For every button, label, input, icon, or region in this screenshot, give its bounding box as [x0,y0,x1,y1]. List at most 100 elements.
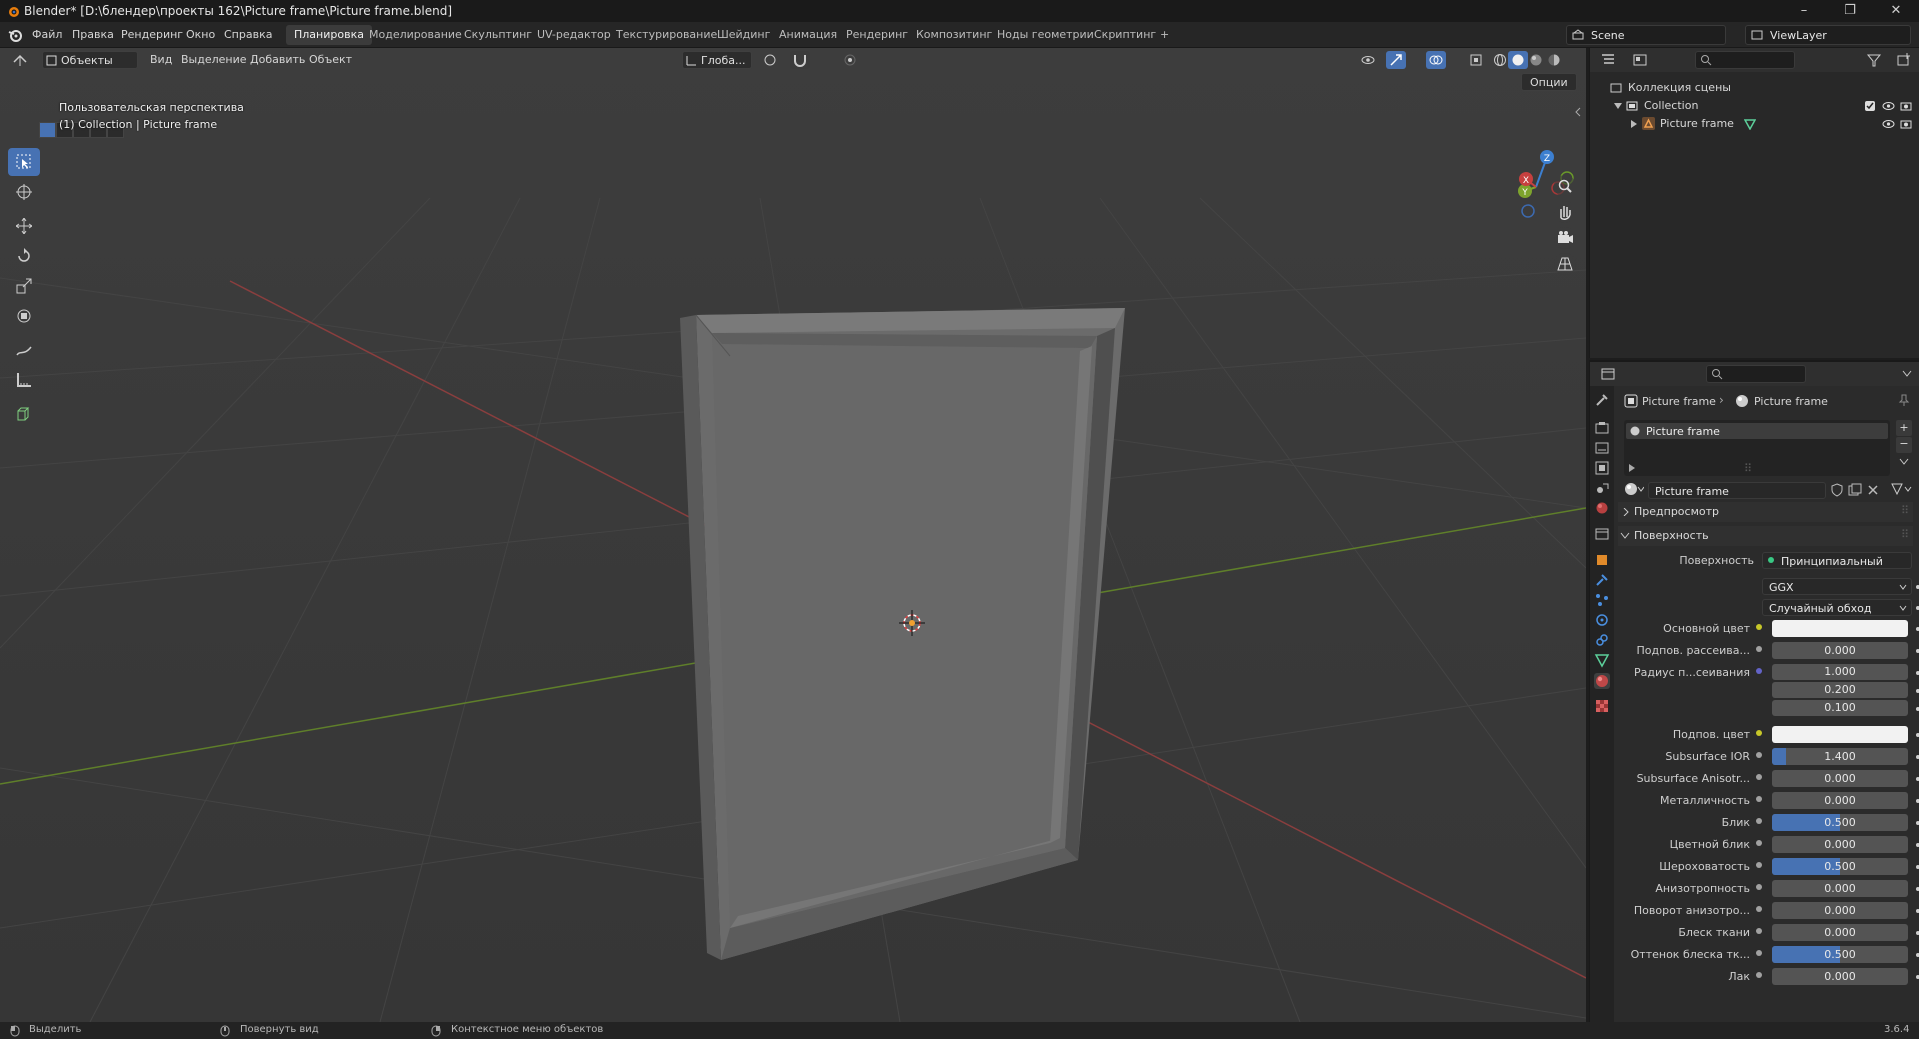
transform-orientation-dropdown[interactable]: Глоба... [682,51,752,69]
numeric-field[interactable]: 0.500 [1772,814,1908,831]
physics-tab-icon[interactable] [1594,612,1610,628]
menu-window[interactable]: Окно [186,28,215,41]
input-socket-icon[interactable] [1756,928,1762,934]
unlink-material-icon[interactable] [1866,483,1880,497]
measure-tool[interactable] [8,366,40,394]
cursor-tool[interactable] [8,178,40,206]
numeric-field[interactable]: 0.000 [1772,642,1908,659]
view-layer-selector[interactable]: ViewLayer [1745,25,1911,45]
numeric-field[interactable]: 0.500 [1772,858,1908,875]
viewport-scene[interactable] [0,48,1586,1022]
filter-icon[interactable] [1866,52,1882,68]
move-tool[interactable] [8,212,40,240]
workspace-tab-rendering[interactable]: Рендеринг [838,25,916,45]
rendered-shading-button[interactable] [1544,51,1564,69]
mesh-data-icon[interactable] [1744,118,1756,130]
object-tab-icon[interactable] [1594,552,1610,568]
outliner-editor-icon[interactable] [1600,52,1616,68]
properties-search-input[interactable] [1706,365,1806,383]
input-socket-icon[interactable] [1756,862,1762,868]
slot-expand-icon[interactable] [1628,464,1636,472]
output-tab-icon[interactable] [1594,440,1610,456]
minimize-button[interactable]: – [1781,0,1827,22]
constraints-tab-icon[interactable] [1594,632,1610,648]
workspace-tab-uv[interactable]: UV-редактор [529,25,619,45]
input-socket-icon[interactable] [1756,796,1762,802]
menu-edit[interactable]: Правка [72,28,114,41]
rotate-tool[interactable] [8,242,40,270]
modifier-tab-icon[interactable] [1594,572,1610,588]
distribution-dropdown[interactable]: GGX [1762,578,1912,595]
numeric-field[interactable]: 0.000 [1772,836,1908,853]
color-swatch-field[interactable] [1772,726,1908,743]
proportional-edit-button[interactable] [840,51,860,69]
pin-icon[interactable] [1898,394,1910,406]
surface-drag-handle-icon[interactable]: ⠿ [1901,528,1909,541]
numeric-field[interactable]: 0.000 [1772,770,1908,787]
viewport-menu-add[interactable]: Добавить [250,53,305,66]
input-socket-icon[interactable] [1756,884,1762,890]
transform-tool[interactable] [8,302,40,330]
solid-shading-button[interactable] [1508,51,1528,69]
zoom-button[interactable] [1554,175,1576,197]
expand-object-icon[interactable] [1630,120,1638,128]
menu-help[interactable]: Справка [224,28,272,41]
sidebar-collapse-icon[interactable] [1574,106,1582,118]
input-socket-icon[interactable] [1756,730,1762,736]
add-slot-button[interactable]: + [1896,420,1912,436]
exclude-checkbox-icon[interactable] [1865,101,1875,111]
workspace-tab-geometry-nodes[interactable]: Ноды геометрии [989,25,1102,45]
viewport-menu-view[interactable]: Вид [150,53,172,66]
numeric-field[interactable]: 0.000 [1772,968,1908,985]
world-tab-icon[interactable] [1594,500,1610,516]
numeric-field[interactable]: 0.000 [1772,902,1908,919]
options-dropdown[interactable]: Опции [1521,73,1577,91]
input-socket-icon[interactable] [1756,972,1762,978]
snap-button[interactable] [790,51,810,69]
object-render-camera-icon[interactable] [1900,118,1912,130]
workspace-tab-layout[interactable]: Планировка [286,25,372,45]
scale-tool[interactable] [8,272,40,300]
properties-editor-icon[interactable] [1600,366,1616,382]
workspace-tab-texture[interactable]: Текстурирование [608,25,725,45]
workspace-tab-shading[interactable]: Шейдинг [709,25,778,45]
numeric-field[interactable]: 0.200 [1772,682,1908,698]
wireframe-shading-button[interactable] [1490,51,1510,69]
gizmo-neg-z-icon[interactable] [1521,204,1535,218]
menu-file[interactable]: Файл [32,28,62,41]
outliner-row-scene-collection[interactable]: Коллекция сцены [1590,79,1919,97]
xray-button[interactable] [1466,51,1486,69]
material-slot-row[interactable]: Picture frame [1626,423,1888,439]
material-tab-icon[interactable] [1594,673,1610,689]
workspace-tab-compositing[interactable]: Композитинг [908,25,1000,45]
input-socket-icon[interactable] [1756,906,1762,912]
hide-in-viewport-eye-icon[interactable] [1882,100,1895,112]
close-button[interactable]: ✕ [1873,0,1919,22]
maximize-button[interactable]: ❐ [1827,0,1873,22]
pivot-point-button[interactable] [760,51,780,69]
slot-resize-handle-icon[interactable]: ⠿ [1744,462,1752,475]
annotate-tool[interactable] [8,336,40,364]
camera-view-button[interactable] [1554,227,1576,249]
picture-frame-object[interactable] [680,308,1125,960]
visibility-button[interactable] [1358,51,1378,69]
new-collection-icon[interactable] [1896,52,1912,68]
overlays-button[interactable] [1426,51,1446,69]
render-tab-icon[interactable] [1594,420,1610,436]
tool-tab-icon[interactable] [1594,392,1610,408]
surface-shader-field[interactable]: Принципиальный BSDF [1762,552,1912,569]
gizmo-toggle-button[interactable] [1386,51,1406,69]
numeric-field[interactable]: 0.000 [1772,924,1908,941]
duplicate-material-icon[interactable] [1848,483,1862,497]
preview-section-header[interactable]: Предпросмотр ⠿ [1618,502,1913,522]
mode-dropdown[interactable]: Объекты [42,51,138,69]
numeric-field[interactable]: 0.000 [1772,792,1908,809]
view-layer-tab-icon[interactable] [1594,460,1610,476]
editor-type-button[interactable] [10,51,30,69]
input-socket-icon[interactable] [1756,950,1762,956]
preview-drag-handle-icon[interactable]: ⠿ [1901,504,1909,517]
workspace-tab-sculpting[interactable]: Скульптинг [456,25,540,45]
surface-section-header[interactable]: Поверхность ⠿ [1618,526,1913,546]
viewport-menu-object[interactable]: Объект [309,53,352,66]
material-name-field[interactable]: Picture frame [1648,482,1826,499]
